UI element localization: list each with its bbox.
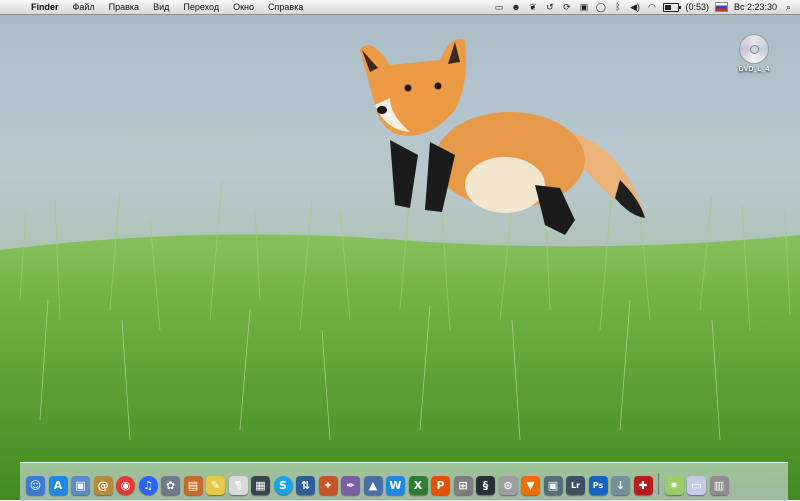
dvd-label: DVD_L_4	[738, 66, 770, 73]
dock-item-itunes-icon[interactable]: ♫	[138, 476, 158, 495]
dock-item-trash-icon[interactable]: ▥	[709, 476, 729, 495]
dock-item-iphoto-icon[interactable]: ✿	[161, 476, 180, 495]
dock-item-vmware-icon[interactable]: ⊞	[453, 476, 473, 495]
dock-separator	[658, 473, 659, 495]
dock-item-textedit-icon[interactable]: ¶	[228, 476, 248, 495]
battery-icon[interactable]	[663, 2, 682, 12]
dock-items: ☺ A ▣ @ ◉ ♫ ✿ ▤ ✎ ¶ ▦ S ⇅ ✦ ✒ ▲ W X P ⊞ § ⊙ ▼ ▣ Lr Ps ↓ ✚ ✷ ▭ ▥	[26, 473, 729, 495]
dvd-desktop-icon[interactable]: DVD_L_4	[734, 34, 774, 73]
dock-item-downloads-stack-icon[interactable]: ✷	[664, 476, 684, 495]
menu-help[interactable]: Справка	[261, 0, 310, 14]
menu-go[interactable]: Переход	[176, 0, 226, 14]
dock-item-stickies-icon[interactable]: ✎	[206, 476, 225, 495]
dock-item-disk-utility-icon[interactable]: ⊙	[498, 476, 518, 495]
dock-item-vlc-icon[interactable]: ▼	[521, 476, 540, 495]
dock-item-downloader-icon[interactable]: ↓	[611, 476, 630, 495]
volume-icon[interactable]: ◀)	[629, 2, 640, 12]
dock-item-photoshop-icon[interactable]: Ps	[588, 476, 608, 495]
display-icon[interactable]: ▣	[578, 2, 589, 12]
dvd-disc-icon	[739, 34, 769, 64]
sync-icon[interactable]: ⟳	[561, 2, 572, 12]
time-machine-icon[interactable]: ↺	[544, 2, 555, 12]
dock-item-finder-icon[interactable]: ☺	[26, 476, 45, 495]
dock-item-transmit-icon[interactable]: ⇅	[296, 476, 315, 495]
growl-icon[interactable]: ☻	[510, 2, 521, 12]
menu-view[interactable]: Вид	[146, 0, 176, 14]
dock-item-preview-icon[interactable]: ▣	[71, 476, 90, 495]
dock-item-skype-icon[interactable]: S	[273, 476, 293, 495]
dock-item-utility-icon[interactable]: ✚	[633, 476, 653, 495]
dock-item-mission-control-icon[interactable]: ▦	[251, 476, 270, 495]
dock: ☺ A ▣ @ ◉ ♫ ✿ ▤ ✎ ¶ ▦ S ⇅ ✦ ✒ ▲ W X P ⊞ § ⊙ ▼ ▣ Lr Ps ↓ ✚ ✷ ▭ ▥	[20, 462, 788, 501]
dock-item-excel-icon[interactable]: X	[408, 476, 428, 495]
desktop-wallpaper	[0, 0, 800, 500]
dock-item-pages-icon[interactable]: ✒	[341, 476, 360, 495]
dock-item-app-store-icon[interactable]: A	[48, 476, 68, 495]
dock-item-photo-booth-icon[interactable]: ▤	[183, 476, 203, 495]
menu-window[interactable]: Окно	[226, 0, 261, 14]
window-icon[interactable]: ▭	[493, 2, 504, 12]
chat-icon[interactable]: ◯	[595, 2, 606, 12]
wifi-icon[interactable]: ◠	[646, 2, 657, 12]
menu-bar: Finder Файл Правка Вид Переход Окно Спра…	[0, 0, 800, 15]
dock-item-chrome-icon[interactable]: ◉	[116, 476, 135, 495]
dock-item-smart-sync-icon[interactable]: §	[476, 476, 495, 495]
dock-item-coconut-icon[interactable]: ✦	[318, 476, 338, 495]
menu-clock[interactable]: Вс 2:23:30	[734, 2, 777, 12]
battery-fill	[665, 4, 672, 10]
fox-image	[360, 39, 645, 235]
menu-finder[interactable]: Finder	[22, 0, 66, 14]
dock-item-image-capture-icon[interactable]: ▣	[543, 476, 563, 495]
bluetooth-icon[interactable]: ᛒ	[612, 2, 623, 12]
russian-flag-icon[interactable]	[714, 2, 728, 12]
status-menu-area: ▭ ☻ ❦ ↺ ⟳ ▣ ◯ ᛒ ◀) ◠ (0:53) Вс 2:23:30 ⌕	[493, 0, 794, 14]
spotlight-icon[interactable]: ⌕	[783, 2, 794, 12]
paw-icon[interactable]: ❦	[527, 2, 538, 12]
dock-item-address-book-icon[interactable]: @	[93, 476, 113, 495]
dock-item-lightroom-icon[interactable]: Lr	[566, 476, 585, 495]
menu-file[interactable]: Файл	[66, 0, 102, 14]
dock-item-powerpoint-icon[interactable]: P	[431, 476, 450, 495]
dock-item-documents-stack-icon[interactable]: ▭	[687, 476, 706, 495]
battery-time[interactable]: (0:53)	[685, 2, 709, 12]
dock-item-word-icon[interactable]: W	[386, 476, 405, 495]
dock-item-keynote-icon[interactable]: ▲	[363, 476, 383, 495]
menu-edit[interactable]: Правка	[102, 0, 146, 14]
